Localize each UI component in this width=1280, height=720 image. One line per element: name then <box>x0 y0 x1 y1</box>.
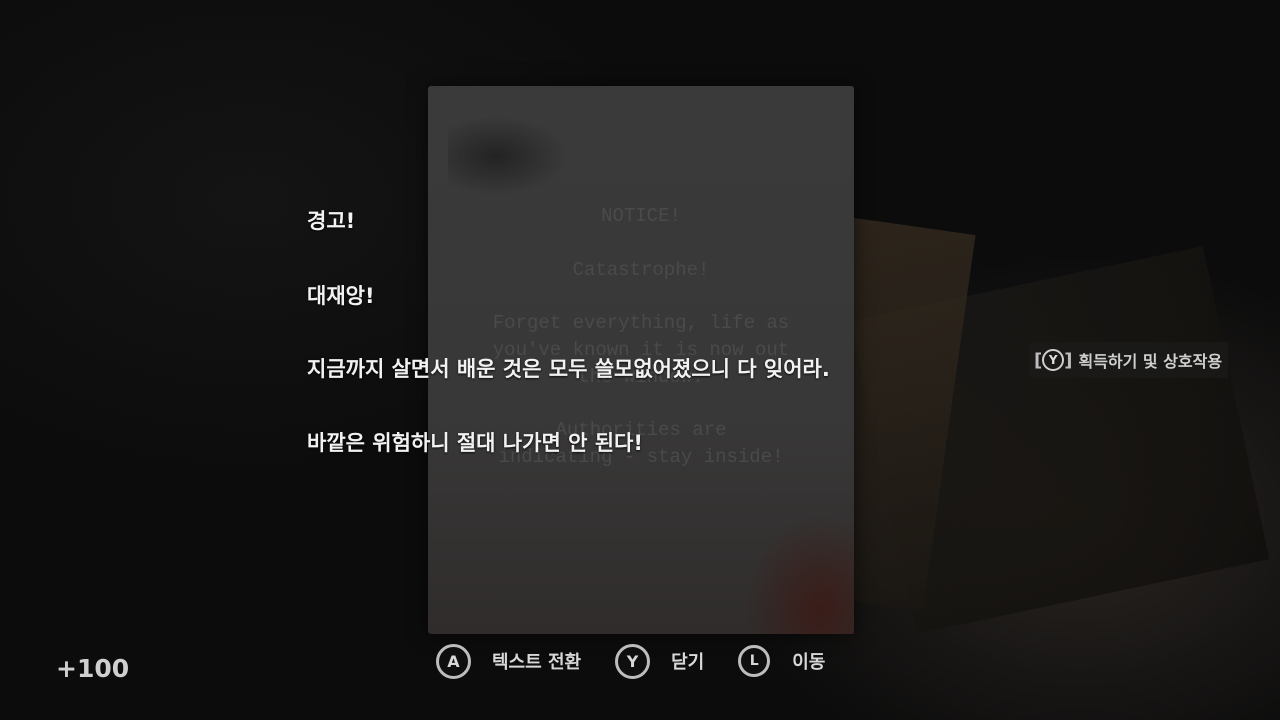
subtitle-line-4: 바깥은 위험하니 절대 나가면 안 된다! <box>307 431 643 455</box>
subtitle-line-3: 지금까지 살면서 배운 것은 모두 쓸모없어졌으니 다 잊어라. <box>307 357 830 381</box>
y-button-icon: Y <box>615 643 651 679</box>
toggle-text-label: 텍스트 전환 <box>492 652 582 673</box>
close-bracket: ] <box>1064 349 1073 371</box>
subtitle-line-1: 경고! <box>307 209 356 233</box>
control-move[interactable]: L 이동 <box>738 645 825 677</box>
l-stick-icon: L <box>738 645 771 677</box>
control-toggle-text[interactable]: A 텍스트 전환 <box>436 643 582 679</box>
interact-prompt[interactable]: [ Y ] 획득하기 및 상호작용 <box>1030 342 1229 378</box>
paper-stain <box>448 116 568 196</box>
a-button-icon: A <box>436 643 471 679</box>
prompt-button-group: [ Y ] <box>1034 349 1072 371</box>
close-label: 닫기 <box>671 652 705 673</box>
game-scene: NOTICE! Catastrophe! Forget everything, … <box>0 0 1280 720</box>
y-button-icon: Y <box>1042 349 1065 371</box>
note-title: NOTICE! <box>601 205 681 227</box>
control-hints: A 텍스트 전환 Y 닫기 L 이동 <box>436 643 859 679</box>
subtitle-line-2: 대재앙! <box>307 284 375 308</box>
note-line1: Catastrophe! <box>572 259 710 281</box>
paper-burn <box>744 514 854 634</box>
control-close[interactable]: Y 닫기 <box>615 643 705 679</box>
open-bracket: [ <box>1034 349 1043 371</box>
move-label: 이동 <box>792 652 826 673</box>
interact-prompt-label: 획득하기 및 상호작용 <box>1078 352 1223 371</box>
score-popup: +100 <box>56 654 130 683</box>
